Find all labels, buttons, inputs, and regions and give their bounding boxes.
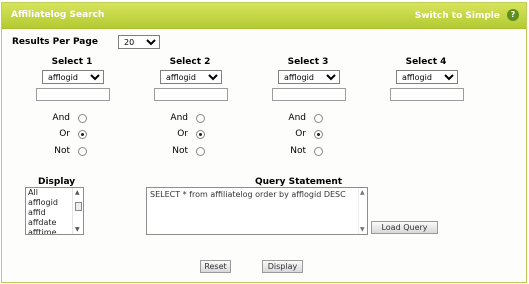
select-3-or-radio[interactable] [314,130,323,139]
select-3-label: Select 3 [287,57,329,67]
results-per-page-select[interactable]: 20 [118,35,160,49]
query-scrollbar[interactable]: ▲ ▼ [358,188,367,234]
load-query-button[interactable]: Load Query [371,221,438,234]
select-3-not-radio[interactable] [314,147,323,156]
select-1-not-radio[interactable] [78,147,87,156]
select-1-label: Select 1 [51,57,93,67]
select-3-field[interactable]: afflogid [278,70,340,84]
select-2-field[interactable]: afflogid [160,70,222,84]
help-icon[interactable]: ? [507,9,519,21]
query-statement-textarea[interactable]: SELECT * from affiliatelog order by affl… [146,187,368,235]
title-bar: Affiliatelog Search Switch to Simple ? [2,3,526,29]
scroll-up-icon[interactable]: ▲ [75,189,80,196]
scroll-down-icon[interactable]: ▼ [360,226,365,233]
select-1-and-radio[interactable] [78,114,87,123]
search-panel: Affiliatelog Search Switch to Simple ? R… [1,2,527,283]
display-scrollbar[interactable]: ▲ ▼ [72,188,83,234]
select-1-or-label: Or [59,129,70,139]
select-1-or-radio[interactable] [78,130,87,139]
select-2-or-label: Or [177,129,188,139]
select-2-not-label: Not [172,146,188,156]
display-button[interactable]: Display [262,260,303,273]
select-2-label: Select 2 [169,57,211,67]
select-3-and-radio[interactable] [314,114,323,123]
select-2-not-radio[interactable] [196,147,205,156]
select-4-field[interactable]: afflogid [396,70,458,84]
select-2-or-radio[interactable] [196,130,205,139]
display-listbox[interactable]: All afflogid affid affdate afftime ▲ ▼ [25,187,84,235]
reset-button[interactable]: Reset [200,260,231,273]
scroll-down-icon[interactable]: ▼ [75,226,80,233]
select-2-and-radio[interactable] [196,114,205,123]
select-1-not-label: Not [54,146,70,156]
results-per-page-label: Results Per Page [12,37,98,47]
query-text: SELECT * from affiliatelog order by affl… [150,190,346,199]
scroll-up-icon[interactable]: ▲ [360,189,365,196]
select-3-not-label: Not [290,146,306,156]
select-3-and-label: And [288,113,306,123]
scroll-thumb[interactable] [75,202,82,211]
switch-to-simple-link[interactable]: Switch to Simple [415,11,500,21]
select-2-value-input[interactable] [154,88,228,101]
panel-title: Affiliatelog Search [11,10,105,20]
select-3-value-input[interactable] [272,88,346,101]
query-statement-label: Query Statement [255,177,343,187]
select-3-or-label: Or [295,129,306,139]
select-1-value-input[interactable] [36,88,110,101]
select-2-and-label: And [170,113,188,123]
select-4-label: Select 4 [405,57,447,67]
select-1-field[interactable]: afflogid [42,70,104,84]
display-label: Display [38,177,76,187]
select-4-value-input[interactable] [390,88,464,101]
select-1-and-label: And [52,113,70,123]
